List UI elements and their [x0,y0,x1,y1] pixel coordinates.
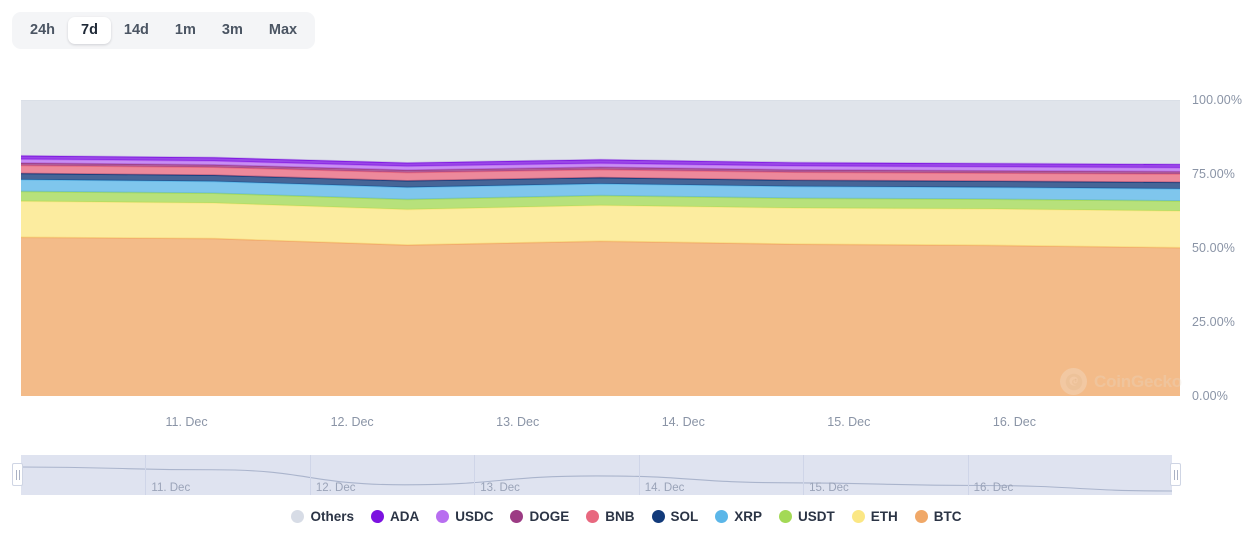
legend-color-dot [586,510,600,523]
range-button-14d[interactable]: 14d [111,17,162,44]
navigator-x-label: 14. Dec [644,482,685,494]
legend-item-usdc[interactable]: USDC [436,509,493,524]
time-range-selector[interactable]: 24h 7d 14d 1m 3m Max [12,12,316,49]
legend-item-sol[interactable]: SOL [651,509,699,524]
range-button-1m[interactable]: 1m [162,17,209,44]
legend-label: USDT [798,509,835,524]
x-axis-tick-label: 15. Dec [827,415,871,429]
x-axis-tick-label: 13. Dec [496,415,540,429]
legend-label: DOGE [529,509,570,524]
navigator-gridline [967,455,969,495]
y-axis-tick-label: 50.00% [1192,241,1235,255]
legend-item-btc[interactable]: BTC [914,509,962,524]
chart-navigator[interactable]: 11. Dec 12. Dec 13. Dec 14. Dec 15. Dec 16. D… [12,455,1181,498]
legend-label: Others [310,509,354,524]
range-button-24h[interactable]: 24h [17,17,68,44]
legend-color-dot [715,510,729,523]
legend-color-dot [510,510,524,523]
legend-color-dot [779,510,793,523]
legend-color-dot [651,510,665,523]
navigator-left-handle[interactable] [12,463,23,486]
navigator-gridline [803,455,805,495]
legend-color-dot [291,510,305,523]
x-axis-tick-label: 12. Dec [330,415,374,429]
grip-line-icon [18,469,20,480]
navigator-gridline [474,455,476,495]
range-button-7d[interactable]: 7d [68,17,111,44]
legend-item-ada[interactable]: ADA [370,509,420,524]
navigator-x-label: 13. Dec [480,482,520,494]
dominance-chart [0,90,1253,420]
legend-label: SOL [670,509,699,524]
navigator-gridline [638,455,640,495]
legend-item-doge[interactable]: DOGE [510,509,569,524]
legend-label: USDC [455,509,494,524]
area-band-btc [21,237,1180,396]
legend-label: ADA [389,509,420,524]
grip-line-icon [1173,469,1175,480]
legend-item-xrp[interactable]: XRP [715,509,762,524]
range-button-max[interactable]: Max [256,17,310,44]
legend-color-dot [436,510,450,523]
legend-item-others[interactable]: Others [291,509,354,524]
legend-item-usdt[interactable]: USDT [779,509,835,524]
grip-line-icon [15,469,17,480]
area-band-others [21,100,1180,165]
legend-label: BTC [933,509,962,524]
y-axis-tick-label: 25.00% [1192,315,1235,329]
legend-label: ETH [870,509,898,524]
grip-line-icon [1176,469,1178,480]
chart-plot-area[interactable] [21,100,1180,396]
legend-label: BNB [605,509,635,524]
x-axis-tick-label: 11. Dec [165,415,208,429]
navigator-x-label: 16. Dec [973,482,1014,494]
y-axis-tick-label: 100.00% [1192,93,1243,107]
y-axis-tick-label: 75.00% [1192,167,1235,181]
legend-item-bnb[interactable]: BNB [586,509,635,524]
legend-color-dot [851,510,865,523]
y-axis-tick-label: 0.00% [1192,389,1228,403]
stacked-area-svg [21,100,1180,396]
legend-color-dot [370,510,384,523]
legend-color-dot [914,510,928,523]
navigator-track[interactable]: 11. Dec 12. Dec 13. Dec 14. Dec 15. Dec 16. D… [21,455,1172,495]
navigator-x-label: 11. Dec [151,482,191,494]
range-button-3m[interactable]: 3m [209,17,256,44]
x-axis-tick-label: 16. Dec [992,415,1036,429]
navigator-x-label: 15. Dec [809,482,849,494]
legend-label: XRP [734,509,763,524]
navigator-x-label: 12. Dec [315,482,356,494]
navigator-right-handle[interactable] [1170,463,1181,486]
chart-legend[interactable]: Others ADA USDC DOGE BNB SOL XRP USDT ETH BTC [0,509,1253,524]
navigator-gridline [145,455,147,495]
x-axis-tick-label: 14. Dec [661,415,705,429]
navigator-gridline [309,455,311,495]
legend-item-eth[interactable]: ETH [851,509,898,524]
